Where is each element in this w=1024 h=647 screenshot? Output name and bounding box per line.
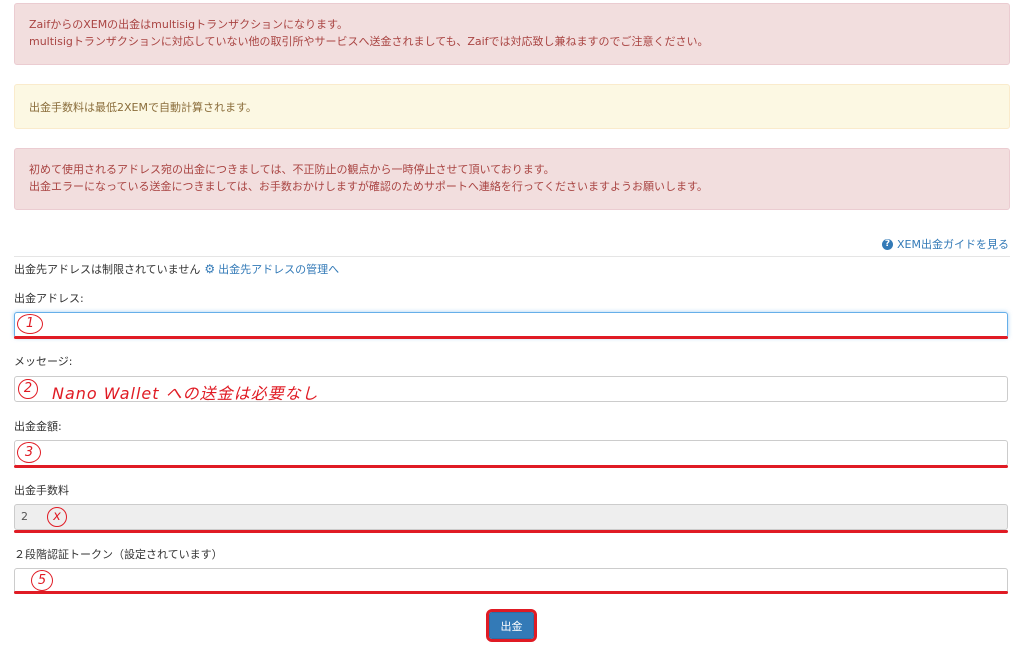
first-use-alert: 初めて使用されるアドレス宛の出金につきましては、不正防止の観点から一時停止させて… [14,148,1010,210]
multisig-alert-line1: ZaifからのXEMの出金はmultisigトランザクションになります。 [29,18,348,31]
annotation-2-note: Nano Wallet への送金は必要なし [52,384,319,403]
annotation-4: x [47,507,67,527]
annotation-5: 5 [31,570,53,591]
address-input[interactable] [14,312,1008,338]
amount-label: 出金金額: [14,420,62,433]
address-label: 出金アドレス: [14,292,84,305]
manage-address-link-text[interactable]: 出金先アドレスの管理へ [218,261,339,277]
fee-alert: 出金手数料は最低2XEMで自動計算されます。 [14,84,1010,129]
annotation-1: 1 [17,314,43,334]
xem-guide-link-text[interactable]: XEM出金ガイドを見る [897,236,1009,252]
message-label: メッセージ: [14,355,73,368]
annotation-2: 2 [18,379,38,399]
annotation-underline [14,530,1008,533]
submit-highlight: 出金 [486,609,537,642]
address-restriction-text: 出金先アドレスは制限されていません [14,263,201,276]
multisig-alert: ZaifからのXEMの出金はmultisigトランザクションになります。 mul… [14,3,1010,65]
fee-alert-text: 出金手数料は最低2XEMで自動計算されます。 [29,101,257,114]
address-restriction: 出金先アドレスは制限されていません ⚙ 出金先アドレスの管理へ [14,261,339,277]
first-use-alert-line1: 初めて使用されるアドレス宛の出金につきましては、不正防止の観点から一時停止させて… [29,163,555,176]
first-use-alert-line2: 出金エラーになっている送金につきましては、お手数おかけしますが確認のためサポート… [29,180,708,193]
withdraw-button[interactable]: 出金 [489,612,534,639]
annotation-underline [14,465,1008,468]
twofa-label: ２段階認証トークン（設定されています） [14,548,223,561]
manage-address-link[interactable]: ⚙ 出金先アドレスの管理へ [204,261,339,277]
amount-input[interactable] [14,440,1008,466]
fee-label: 出金手数料 [14,484,69,497]
question-circle-icon: ? [882,238,894,250]
annotation-underline [14,336,1008,339]
xem-guide-link[interactable]: ? XEM出金ガイドを見る [882,236,1009,252]
annotation-underline [14,591,1008,594]
divider [14,256,1010,257]
multisig-alert-line2: multisigトランザクションに対応していない他の取引所やサービスへ送金されま… [29,35,709,48]
fee-value: 2 [21,510,28,523]
annotation-3: 3 [17,442,41,463]
fee-input: 2 [14,504,1008,530]
gear-icon: ⚙ [204,262,216,276]
